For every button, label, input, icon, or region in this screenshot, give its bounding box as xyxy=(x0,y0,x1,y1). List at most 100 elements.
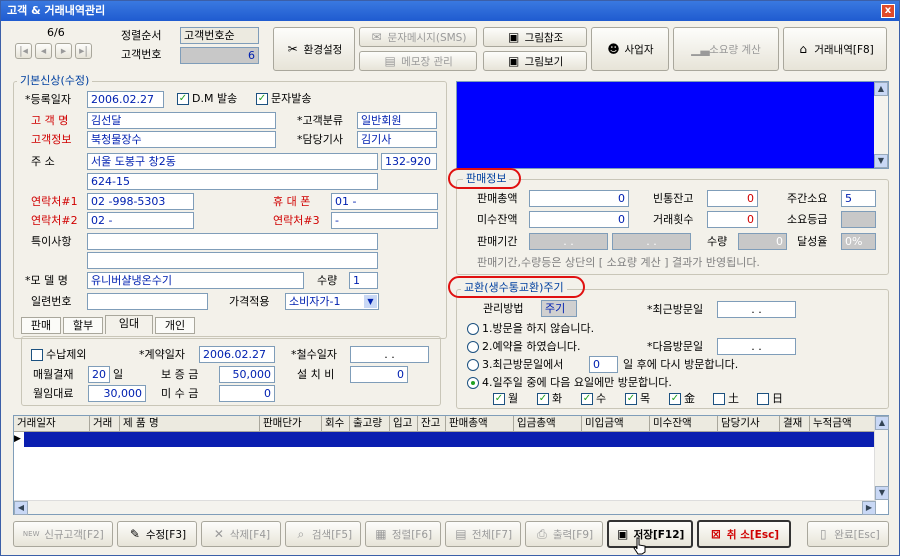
col-header[interactable]: 입고 xyxy=(390,416,418,431)
sms-checkbox[interactable]: ✓ 문자발송 xyxy=(256,92,311,106)
name-field[interactable]: 김선달 xyxy=(87,112,276,129)
scroll-down-icon[interactable]: ▼ xyxy=(875,486,889,500)
panel-scrollbar[interactable]: ▲ ▼ xyxy=(874,82,888,168)
close-button[interactable]: x xyxy=(881,4,895,18)
biz-button[interactable]: ☻ 사업자 xyxy=(591,27,669,71)
table-row[interactable]: ▶ xyxy=(14,432,876,447)
period-to-field[interactable]: . . xyxy=(612,233,691,250)
next-visit-field[interactable]: . . xyxy=(717,338,796,355)
pic-view-button[interactable]: ▣ 그림보기 xyxy=(483,51,587,71)
print-button[interactable]: ⎙ 출력[F9] xyxy=(525,521,603,547)
reg-date-field[interactable]: 2006.02.27 xyxy=(87,91,164,108)
monthly-day-field[interactable]: 20 xyxy=(88,366,110,383)
method-field[interactable]: 주기 xyxy=(541,300,577,317)
rate-field[interactable]: 0% xyxy=(841,233,876,250)
note-field-2[interactable] xyxy=(87,252,378,269)
deposit-field[interactable]: 50,000 xyxy=(219,366,275,383)
addr2-field[interactable]: 624-15 xyxy=(87,173,378,190)
day-sat-checkbox[interactable]: 土 xyxy=(713,392,739,406)
col-header[interactable]: 판매총액 xyxy=(446,416,514,431)
last-record-button[interactable]: ▸| xyxy=(75,43,92,59)
save-button[interactable]: ▣ 저장[F12] xyxy=(607,520,693,548)
delete-button[interactable]: ✕ 삭제[F4] xyxy=(201,521,281,547)
sort-select[interactable]: 고객번호순 xyxy=(180,27,259,44)
new-customer-button[interactable]: NEW 신규고객[F2] xyxy=(13,521,113,547)
dm-checkbox[interactable]: ✓ D.M 발송 xyxy=(177,92,237,106)
unpaid-balance-field[interactable]: 0 xyxy=(529,211,629,228)
tel2-field[interactable]: 02 - xyxy=(87,212,194,229)
col-header[interactable]: 미입금액 xyxy=(582,416,650,431)
env-button[interactable]: ✂ 환경설정 xyxy=(273,27,355,71)
grid-vscroll[interactable]: ▲ ▼ xyxy=(874,416,889,500)
serial-field[interactable] xyxy=(87,293,208,310)
info-field[interactable]: 북청물장수 xyxy=(87,131,276,148)
unpaid-field[interactable]: 0 xyxy=(219,385,275,402)
day-wed-checkbox[interactable]: ✓ 수 xyxy=(581,392,606,406)
qty-field[interactable]: 1 xyxy=(349,272,378,289)
col-header[interactable]: 담당기사 xyxy=(718,416,780,431)
col-header[interactable]: 거래 xyxy=(90,416,120,431)
day-mon-checkbox[interactable]: ✓ 월 xyxy=(493,392,518,406)
withdraw-date-field[interactable]: . . xyxy=(350,346,429,363)
rent-fee-field[interactable]: 30,000 xyxy=(88,385,146,402)
custno-field[interactable]: 6 xyxy=(180,47,259,64)
pic-ref-button[interactable]: ▣ 그림참조 xyxy=(483,27,587,47)
option4-radio[interactable]: 4.일주일 중에 다음 요일에만 방문합니다. xyxy=(467,376,672,390)
tab-personal[interactable]: 개인 xyxy=(155,317,195,334)
model-field[interactable]: 유니버샬냉온수기 xyxy=(87,272,304,289)
col-header[interactable]: 출고량 xyxy=(350,416,390,431)
sms-button[interactable]: ✉ 문자메시지(SMS) xyxy=(359,27,477,47)
grid-hscroll[interactable]: ◀ ▶ xyxy=(14,500,876,515)
tab-installment[interactable]: 할부 xyxy=(63,317,103,334)
mobile-field[interactable]: 01 - xyxy=(331,193,438,210)
col-header[interactable]: 미수잔액 xyxy=(650,416,718,431)
col-header[interactable]: 거래일자 xyxy=(14,416,90,431)
trade-history-button[interactable]: ⌂ 거래내역[F8] xyxy=(783,27,887,71)
memo-button[interactable]: ▤ 메모장 관리 xyxy=(359,51,477,71)
col-header[interactable]: 판매단가 xyxy=(260,416,322,431)
scroll-up-icon[interactable]: ▲ xyxy=(875,416,889,430)
empty-field[interactable]: 0 xyxy=(707,190,758,207)
contract-date-field[interactable]: 2006.02.27 xyxy=(199,346,275,363)
option3-days-field[interactable]: 0 xyxy=(589,356,618,373)
option2-radio[interactable]: 2.예약을 하였습니다. xyxy=(467,340,580,354)
option1-radio[interactable]: 1.방문을 하지 않습니다. xyxy=(467,322,594,336)
total-field[interactable]: 0 xyxy=(529,190,629,207)
col-header[interactable]: 누적금액 xyxy=(810,416,876,431)
grade-field[interactable] xyxy=(841,211,876,228)
zip-field[interactable]: 132-920 xyxy=(381,153,437,170)
install-fee-field[interactable]: 0 xyxy=(350,366,408,383)
done-button[interactable]: ▯ 완료[Esc] xyxy=(807,521,889,547)
col-header[interactable]: 회수 xyxy=(322,416,350,431)
col-header[interactable]: 잔고 xyxy=(418,416,446,431)
edit-button[interactable]: ✎ 수정[F3] xyxy=(117,521,197,547)
col-header[interactable]: 입금총액 xyxy=(514,416,582,431)
all-button[interactable]: ▤ 전체[F7] xyxy=(445,521,521,547)
usage-button[interactable]: ▁▃ 소요량 계산 xyxy=(673,27,779,71)
next-record-button[interactable]: ▸ xyxy=(55,43,72,59)
cancel-button[interactable]: ⊠ 취 소[Esc] xyxy=(697,520,791,548)
tab-sale[interactable]: 판매 xyxy=(21,317,61,334)
note-field-1[interactable] xyxy=(87,233,378,250)
day-thu-checkbox[interactable]: ✓ 목 xyxy=(625,392,650,406)
first-record-button[interactable]: |◂ xyxy=(15,43,32,59)
period-from-field[interactable]: . . xyxy=(529,233,608,250)
price-select[interactable]: 소비자가-1 ▼ xyxy=(285,293,379,310)
last-visit-field[interactable]: . . xyxy=(717,301,796,318)
week-field[interactable]: 5 xyxy=(841,190,876,207)
option3-radio[interactable]: 3.최근방문일에서 xyxy=(467,358,563,372)
trade-grid[interactable]: 거래일자 거래 제 품 명 판매단가 회수 출고량 입고 잔고 판매총액 입금총… xyxy=(13,415,889,515)
day-tue-checkbox[interactable]: ✓ 화 xyxy=(537,392,562,406)
count-field[interactable]: 0 xyxy=(707,211,758,228)
scroll-down-icon[interactable]: ▼ xyxy=(874,154,888,168)
class-field[interactable]: 일반회원 xyxy=(357,112,437,129)
scroll-up-icon[interactable]: ▲ xyxy=(874,82,888,96)
prev-record-button[interactable]: ◂ xyxy=(35,43,52,59)
tel3-field[interactable]: - xyxy=(331,212,438,229)
addr1-field[interactable]: 서울 도봉구 창2동 xyxy=(87,153,378,170)
sales-qty-field[interactable]: 0 xyxy=(738,233,787,250)
chevron-down-icon[interactable]: ▼ xyxy=(364,295,377,308)
col-header[interactable]: 제 품 명 xyxy=(120,416,260,431)
staff-field[interactable]: 김기사 xyxy=(357,131,437,148)
sort-button[interactable]: ▦ 정렬[F6] xyxy=(365,521,441,547)
